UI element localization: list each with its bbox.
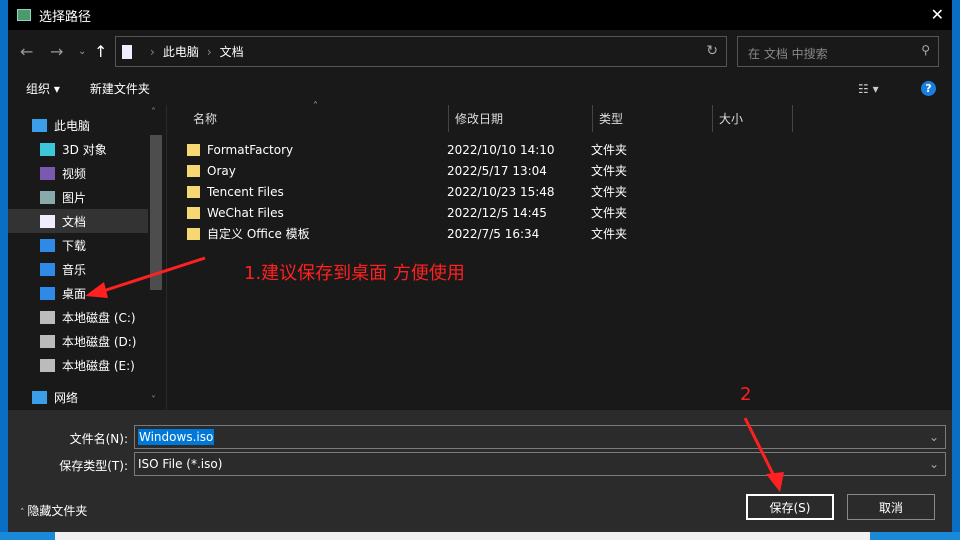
arrow-head-save bbox=[766, 472, 784, 492]
arrow-head-desktop bbox=[85, 282, 108, 298]
arrow-to-save bbox=[743, 417, 777, 479]
arrow-to-desktop bbox=[99, 256, 206, 294]
annotation-arrows bbox=[85, 256, 784, 492]
